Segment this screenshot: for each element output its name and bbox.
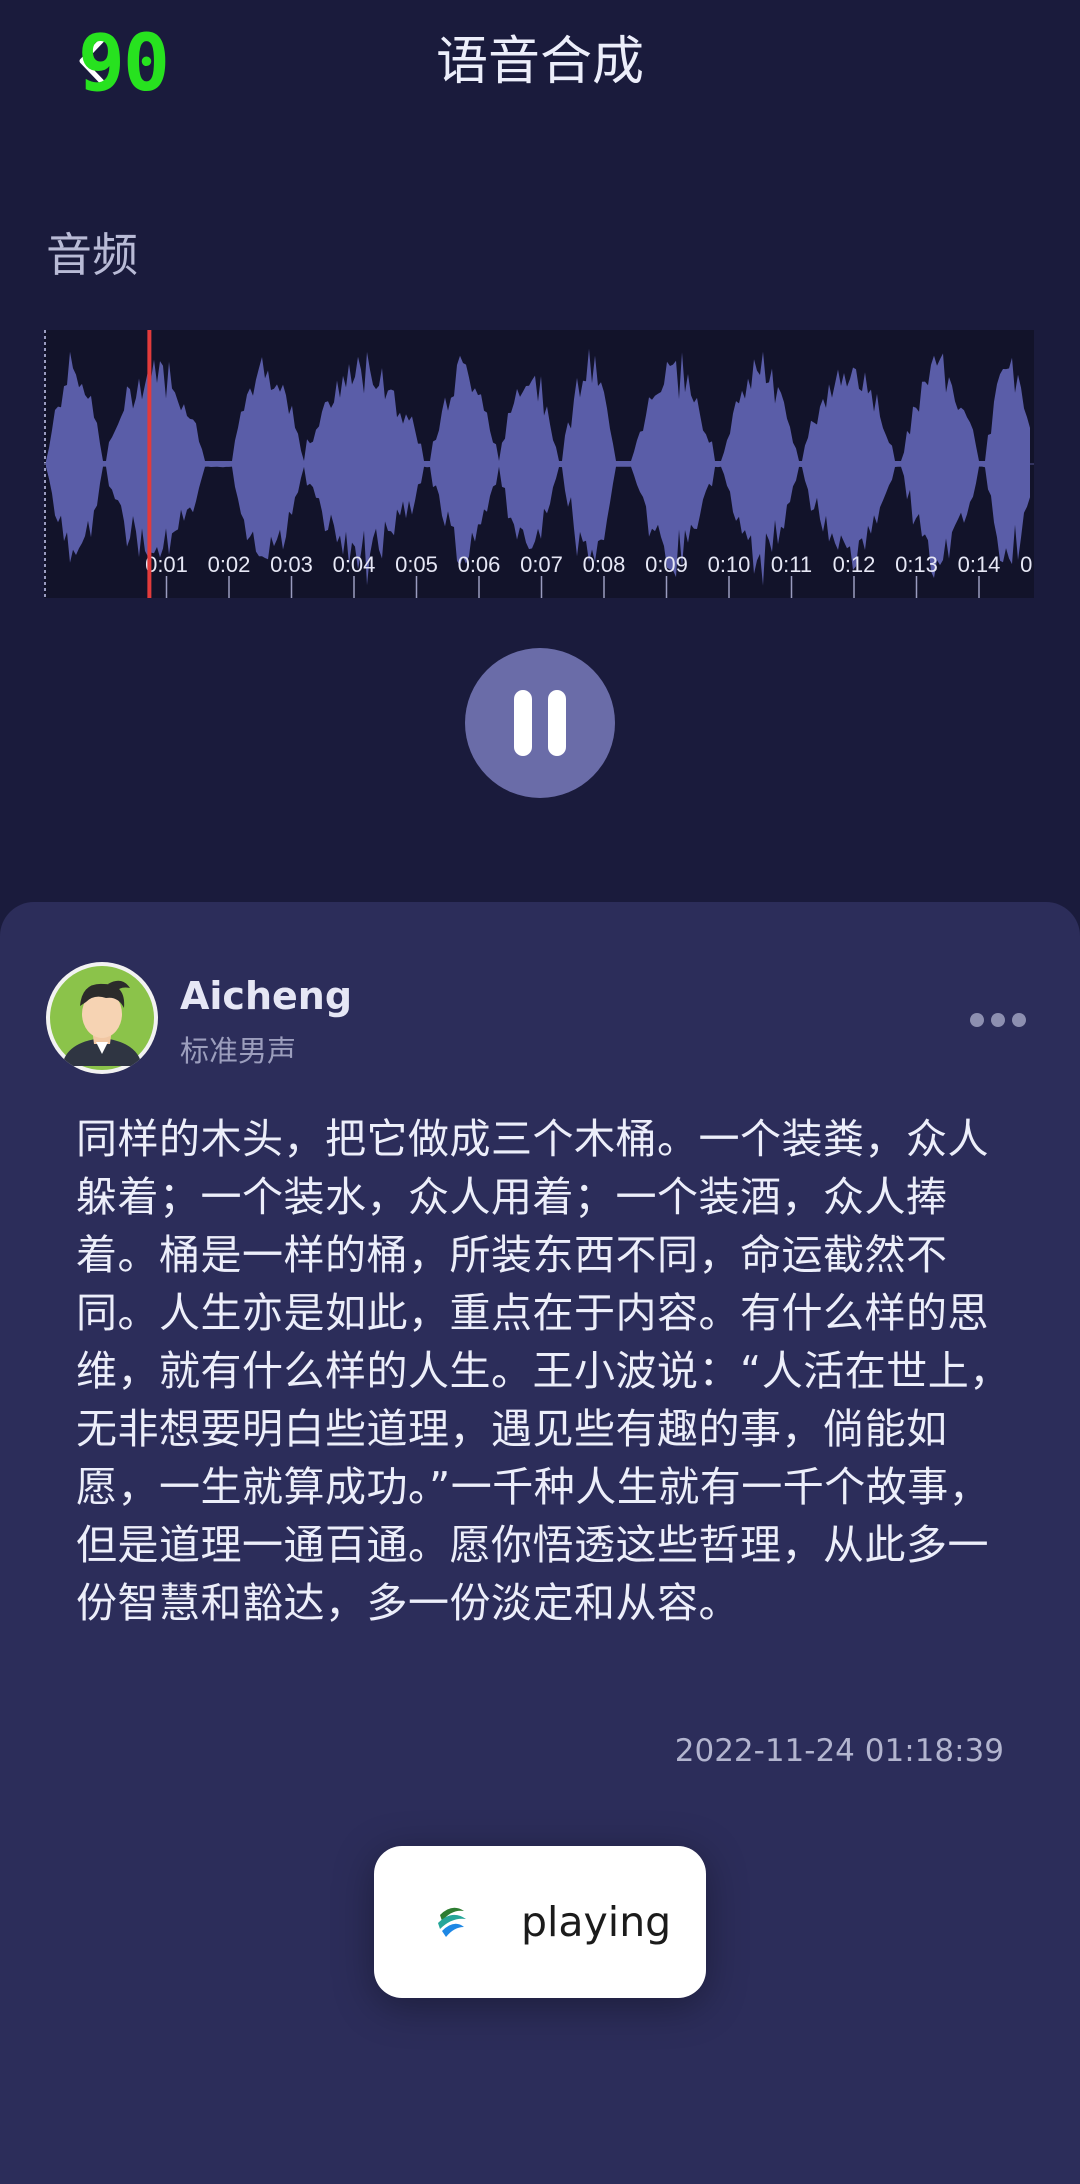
more-dot: [1012, 1013, 1026, 1027]
page-title: 语音合成: [435, 32, 644, 92]
synthesized-text: 同样的木头，把它做成三个木桶。一个装粪，众人躲着；一个装水，众人用着；一个装酒，…: [76, 1115, 1011, 1627]
playing-toast: playing: [374, 1846, 706, 1998]
time-tick-label: 0:14: [958, 552, 1001, 577]
timestamp: 2022-11-24 01:18:39: [674, 1733, 1004, 1769]
time-tick-label: 0:12: [833, 552, 876, 577]
time-tick-label: 0:07: [520, 552, 563, 577]
avatar[interactable]: [46, 962, 158, 1074]
time-tick-label: 0:13: [895, 552, 938, 577]
time-tick-label: 0:11: [771, 552, 812, 577]
toast-text: playing: [521, 1898, 672, 1946]
username: Aicheng: [180, 974, 353, 1018]
time-tick-label: 0:04: [333, 552, 376, 577]
more-dot: [970, 1013, 984, 1027]
time-tick-label: 0:08: [583, 552, 626, 577]
time-tick-label: 0:05: [395, 552, 438, 577]
avatar-image: [50, 966, 154, 1070]
pause-button[interactable]: [465, 648, 615, 798]
more-options-icon[interactable]: [970, 1004, 1026, 1036]
top-bar: 90 语音合成: [0, 0, 1080, 130]
time-tick-label: 0:09: [645, 552, 688, 577]
app-logo-icon: [438, 1907, 466, 1937]
time-tick-label: 0:06: [458, 552, 501, 577]
time-tick-label: 0:03: [270, 552, 313, 577]
time-tick-label: 0:10: [708, 552, 751, 577]
pause-icon-bar: [548, 690, 566, 756]
waveform-envelope: [46, 348, 1030, 586]
audio-waveform[interactable]: 0:01 0:02 0:03 0:04 0:05 0:06 0:07 0:08 0:09 0:10…: [44, 330, 1034, 598]
audio-section-label: 音频: [46, 228, 138, 282]
waveform-graphic: 0:01 0:02 0:03 0:04 0:05 0:06 0:07 0:08 0:09 0:10…: [44, 330, 1034, 598]
voice-type-label: 标准男声: [180, 1034, 297, 1068]
more-dot: [991, 1013, 1005, 1027]
pause-icon-bar: [514, 690, 532, 756]
time-tick-label: 0:15: [1020, 552, 1034, 577]
time-tick-label: 0:01: [145, 552, 188, 577]
time-tick-label: 0:02: [208, 552, 251, 577]
